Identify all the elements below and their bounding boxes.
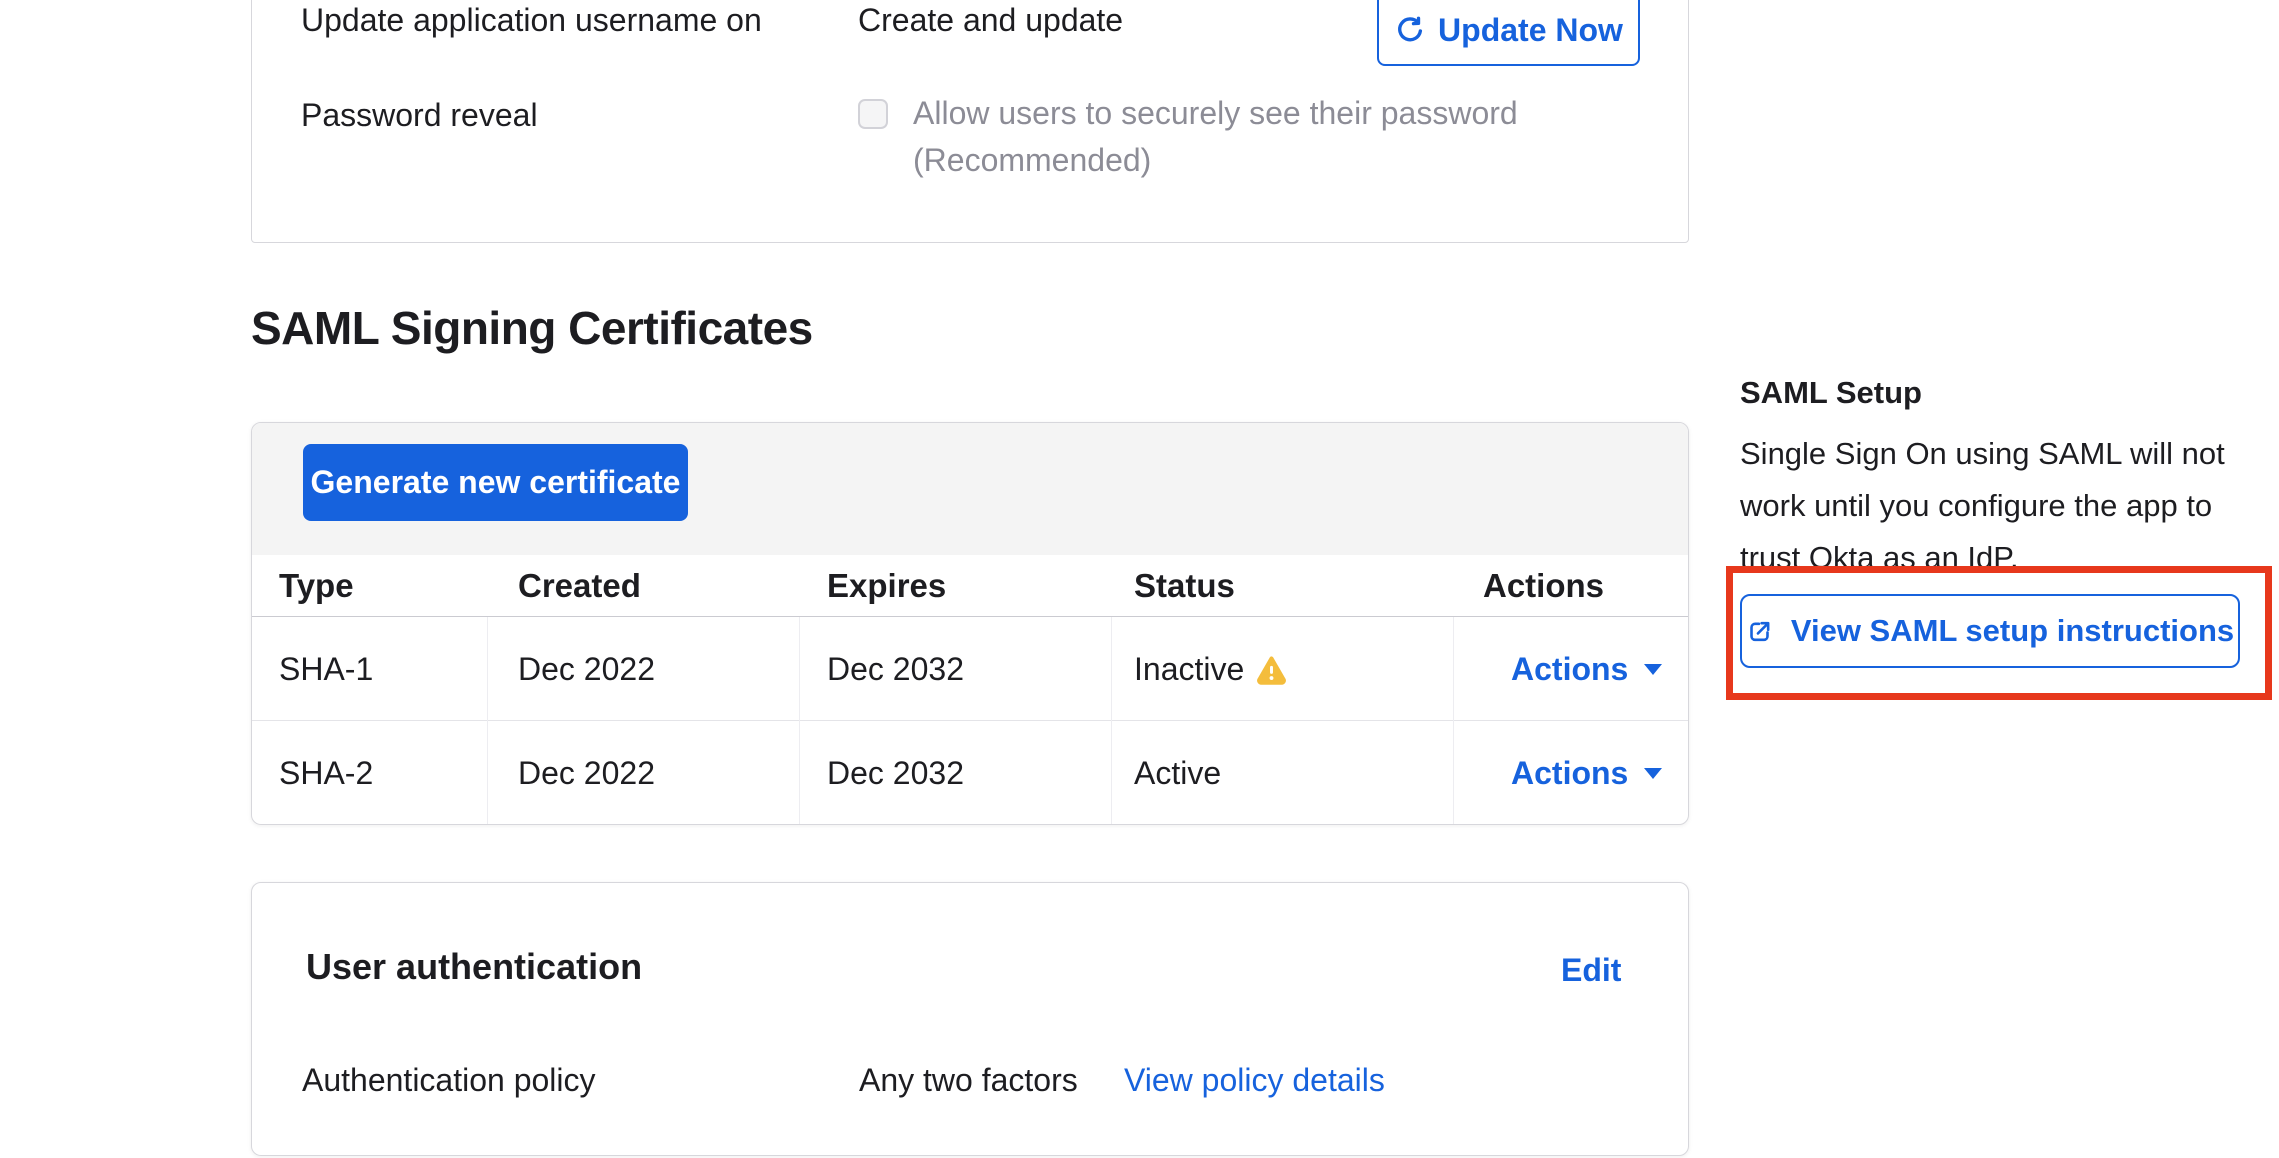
user-authentication-card: User authentication Edit Authentication … [251, 882, 1689, 1156]
chevron-down-icon [1644, 664, 1662, 675]
saml-setup-title: SAML Setup [1740, 375, 1922, 411]
column-header-actions: Actions [1483, 555, 1604, 617]
certificates-card: Generate new certificate Type Created Ex… [251, 422, 1689, 825]
user-authentication-title: User authentication [306, 947, 642, 987]
actions-dropdown[interactable]: Actions [1511, 721, 1662, 825]
update-now-label: Update Now [1438, 12, 1623, 49]
password-reveal-description-line1: Allow users to securely see their passwo… [913, 90, 1518, 137]
cell-created: Dec 2022 [518, 617, 655, 721]
generate-certificate-button[interactable]: Generate new certificate [303, 444, 688, 521]
cell-expires: Dec 2032 [827, 721, 964, 825]
cell-status: Inactive [1134, 617, 1287, 721]
cell-actions: Actions [1511, 721, 1662, 825]
authentication-policy-label: Authentication policy [302, 1063, 596, 1097]
cell-created: Dec 2022 [518, 721, 655, 825]
column-header-expires: Expires [827, 555, 946, 617]
cell-actions: Actions [1511, 617, 1662, 721]
saml-setup-description-line2: work until you configure the app to [1740, 480, 2230, 532]
cell-status: Active [1134, 721, 1221, 825]
column-divider [1453, 617, 1454, 825]
table-header-row: Type Created Expires Status Actions [252, 555, 1688, 617]
password-reveal-checkbox[interactable] [858, 99, 888, 129]
table-row: SHA-1 Dec 2022 Dec 2032 Inactive Actions [252, 617, 1688, 721]
cell-expires: Dec 2032 [827, 617, 964, 721]
page-title: SAML Signing Certificates [251, 297, 813, 359]
password-reveal-description: Allow users to securely see their passwo… [913, 90, 1518, 184]
external-link-icon [1746, 618, 1773, 645]
password-reveal-description-line2: (Recommended) [913, 137, 1518, 184]
column-divider [799, 617, 800, 825]
password-reveal-label: Password reveal [301, 98, 538, 132]
column-header-created: Created [518, 555, 641, 617]
actions-dropdown-label: Actions [1511, 617, 1628, 721]
update-now-button[interactable]: Update Now [1377, 0, 1640, 66]
cell-type: SHA-1 [279, 617, 373, 721]
table-row: SHA-2 Dec 2022 Dec 2032 Active Actions [252, 721, 1688, 825]
username-update-label: Update application username on [301, 3, 762, 37]
cell-type: SHA-2 [279, 721, 373, 825]
saml-setup-description-line1: Single Sign On using SAML will not [1740, 428, 2230, 480]
column-header-type: Type [279, 555, 354, 617]
column-divider [1111, 617, 1112, 825]
status-text: Inactive [1134, 617, 1244, 721]
saml-setup-description: Single Sign On using SAML will not work … [1740, 428, 2230, 584]
chevron-down-icon [1644, 768, 1662, 779]
actions-dropdown[interactable]: Actions [1511, 617, 1662, 721]
edit-link[interactable]: Edit [1561, 953, 1621, 987]
refresh-icon [1394, 15, 1424, 45]
column-header-status: Status [1134, 555, 1235, 617]
view-saml-instructions-button[interactable]: View SAML setup instructions [1740, 594, 2240, 668]
view-saml-instructions-label: View SAML setup instructions [1791, 613, 2234, 649]
view-policy-details-link[interactable]: View policy details [1124, 1063, 1385, 1097]
column-divider [487, 617, 488, 825]
authentication-policy-value: Any two factors [859, 1063, 1078, 1097]
page: Update application username on Create an… [0, 0, 2279, 1158]
username-update-value: Create and update [858, 3, 1123, 37]
actions-dropdown-label: Actions [1511, 721, 1628, 825]
warning-icon [1256, 654, 1287, 685]
